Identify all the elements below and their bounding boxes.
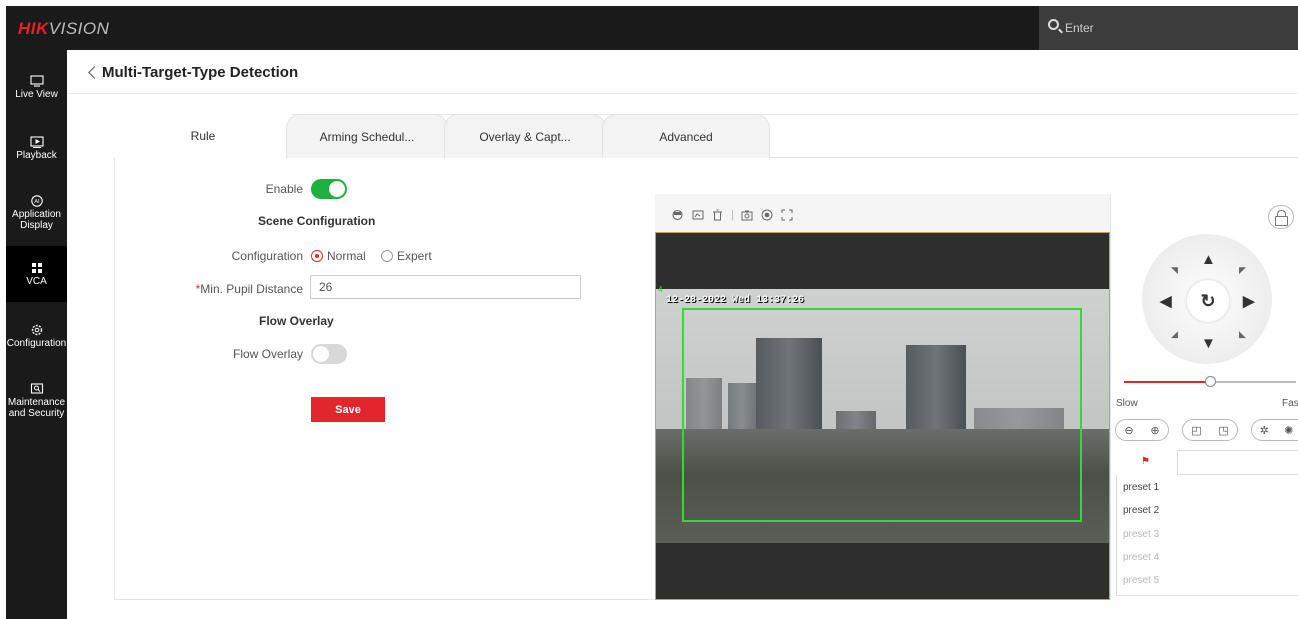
focus-far-icon[interactable]: ◳ <box>1218 424 1228 437</box>
flow-overlay-toggle[interactable] <box>311 344 347 364</box>
preset-tab-divider <box>1178 474 1298 475</box>
sidebar-item-label: Live View <box>15 89 58 100</box>
tab-overlay-capture[interactable]: Overlay & Capt... <box>444 114 606 158</box>
iris-button-group: ✲ ✺ <box>1251 419 1298 441</box>
lock-icon[interactable] <box>1268 205 1294 229</box>
sidebar-item-playback[interactable]: Playback <box>6 136 67 176</box>
focus-button-group: ◰ ◳ <box>1182 419 1238 441</box>
zoom-button-group: ⊖ ⊕ <box>1115 419 1169 441</box>
search-input[interactable] <box>1065 18 1285 38</box>
ptz-speed-fill <box>1124 381 1210 383</box>
record-icon[interactable] <box>761 209 773 221</box>
page-title: Multi-Target-Type Detection <box>102 64 299 81</box>
tab-arming-schedule[interactable]: Arming Schedul... <box>286 114 448 158</box>
ptz-up-left-arrow-icon[interactable]: ◥ <box>1171 266 1178 275</box>
radio-unselected-icon <box>381 250 393 262</box>
ptz-down-right-arrow-icon[interactable]: ◣ <box>1239 330 1246 339</box>
preset-item[interactable]: preset 2 <box>1123 505 1159 516</box>
toggle-knob <box>329 181 345 197</box>
zoom-in-icon[interactable]: ⊕ <box>1150 424 1159 437</box>
tab-advanced[interactable]: Advanced <box>602 114 770 158</box>
sidebar-item-live-view[interactable]: Live View <box>6 75 67 115</box>
preset-item[interactable]: preset 1 <box>1123 482 1159 493</box>
ptz-auto-rotate-icon[interactable]: ↻ <box>1187 280 1229 322</box>
back-chevron-icon[interactable] <box>86 64 98 82</box>
grid-icon <box>31 263 42 273</box>
gear-icon <box>31 324 42 336</box>
sidebar: Live View Playback AI Application Displa… <box>6 50 67 619</box>
sidebar-item-maintenance[interactable]: Maintenance and Security <box>6 383 67 433</box>
scene-configuration-title: Scene Configuration <box>258 214 376 228</box>
min-pupil-distance-input[interactable] <box>310 275 581 299</box>
ptz-left-arrow-icon[interactable]: ◀ <box>1160 294 1172 309</box>
ai-icon: AI <box>30 195 43 207</box>
fullscreen-icon[interactable] <box>781 209 793 221</box>
preset-item[interactable]: preset 5 <box>1123 575 1159 586</box>
hikvision-logo: HIKVISION <box>18 19 109 39</box>
sidebar-item-label: Configuration <box>6 338 67 349</box>
tab-divider <box>770 157 1298 158</box>
radio-expert-label: Expert <box>397 249 432 263</box>
header-divider <box>67 93 1298 94</box>
preset-item[interactable]: preset 4 <box>1123 552 1159 563</box>
min-pupil-distance-label: *Min. Pupil Distance <box>180 282 303 296</box>
capture-icon[interactable] <box>741 209 753 221</box>
sidebar-item-vca[interactable]: VCA <box>6 246 67 302</box>
draw-area-icon[interactable] <box>692 209 704 221</box>
toolbar-separator: | <box>731 209 734 221</box>
sidebar-item-label: Maintenance and Security <box>7 397 66 419</box>
delete-icon[interactable] <box>712 209 723 221</box>
ptz-up-arrow-icon[interactable]: ▲ <box>1201 252 1216 267</box>
radio-normal-label: Normal <box>327 249 366 263</box>
sidebar-item-label: Playback <box>16 150 57 161</box>
search-icon[interactable] <box>1048 19 1059 30</box>
enable-label: Enable <box>265 182 303 196</box>
sidebar-item-configuration[interactable]: Configuration <box>6 324 67 364</box>
detection-region-rect[interactable] <box>682 308 1082 522</box>
radio-expert[interactable]: Expert <box>381 249 437 263</box>
flow-overlay-label: Flow Overlay <box>232 347 303 361</box>
maintenance-icon <box>30 383 43 394</box>
video-timestamp: 12-28-2022 Wed 13:37:26 <box>666 295 805 306</box>
video-toolbar: | <box>655 194 1110 232</box>
sidebar-item-label: Application Display <box>12 209 61 231</box>
tab-bar: Rule Arming Schedul... Overlay & Capt...… <box>114 114 1298 158</box>
focus-near-icon[interactable]: ◰ <box>1191 424 1201 437</box>
ptz-down-left-arrow-icon[interactable]: ◢ <box>1171 330 1178 339</box>
roi-label: 4 <box>658 285 663 294</box>
ptz-speed-slider[interactable] <box>1124 376 1296 387</box>
sidebar-item-label: VCA <box>26 276 47 287</box>
search-box[interactable] <box>1039 6 1298 50</box>
logo-red-text: HIK <box>18 19 49 38</box>
flow-overlay-title: Flow Overlay <box>259 314 334 328</box>
monitor-icon <box>29 75 44 87</box>
live-video-view[interactable]: 12-28-2022 Wed 13:37:26 4 <box>655 232 1110 600</box>
speed-fast-label: Fas <box>1282 398 1298 409</box>
iris-close-icon[interactable]: ✺ <box>1284 424 1293 437</box>
svg-text:AI: AI <box>34 199 40 205</box>
iris-open-icon[interactable]: ✲ <box>1260 424 1269 437</box>
preset-item[interactable]: preset 3 <box>1123 529 1159 540</box>
target-icon[interactable] <box>672 209 683 221</box>
min-pupil-label-text: Min. Pupil Distance <box>200 282 303 296</box>
radio-normal[interactable]: Normal <box>311 249 377 263</box>
toggle-knob <box>313 346 329 362</box>
ptz-speed-thumb[interactable] <box>1205 376 1216 387</box>
play-icon <box>29 136 44 148</box>
configuration-label: Configuration <box>231 249 303 263</box>
enable-toggle[interactable] <box>311 179 347 199</box>
preset-tab[interactable]: ⚑ <box>1116 450 1178 475</box>
sidebar-item-application-display[interactable]: AI Application Display <box>6 195 67 245</box>
ptz-down-arrow-icon[interactable]: ▼ <box>1201 336 1216 351</box>
flag-icon: ⚑ <box>1141 456 1150 467</box>
top-bar: HIKVISION <box>6 6 1298 50</box>
radio-selected-icon <box>311 250 323 262</box>
ptz-right-arrow-icon[interactable]: ▶ <box>1243 294 1255 309</box>
ptz-up-right-arrow-icon[interactable]: ◤ <box>1239 266 1246 275</box>
logo-grey-text: VISION <box>48 19 110 38</box>
speed-slow-label: Slow <box>1116 398 1138 409</box>
save-button[interactable]: Save <box>311 397 385 422</box>
tab-rule[interactable]: Rule <box>114 114 292 158</box>
zoom-out-icon[interactable]: ⊖ <box>1124 424 1133 437</box>
